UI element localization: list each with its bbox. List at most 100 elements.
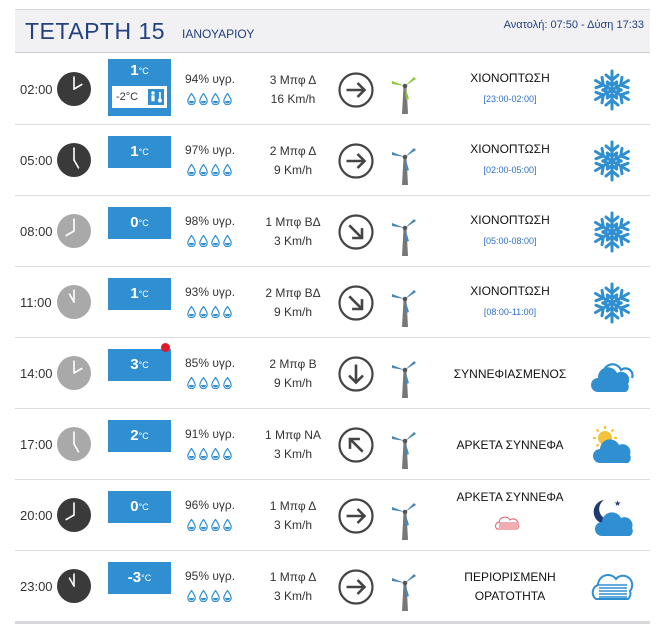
- hour-label: 05:00: [20, 153, 53, 168]
- sunrise-sunset: Ανατολή: 07:50 - Δύση 17:33: [503, 19, 644, 31]
- drop-icon: [223, 163, 232, 177]
- arrow-right-icon: [337, 497, 375, 535]
- drop-icon: [211, 163, 220, 177]
- temperature-value: 1: [130, 285, 139, 302]
- time-range-label: [05:00-08:00]: [483, 236, 537, 246]
- arrow-right-icon: [337, 71, 375, 109]
- hour-label: 08:00: [20, 224, 53, 239]
- time-range-label: [02:00-05:00]: [483, 165, 537, 175]
- time-range-label: [08:00-11:00]: [483, 307, 537, 317]
- temperature-box: 0°C: [108, 491, 171, 523]
- bottom-divider: [15, 621, 650, 624]
- drop-icon: [187, 589, 196, 603]
- wind-turbine-icon: [388, 562, 422, 612]
- drop-icon: [199, 447, 208, 461]
- fog-warning-icon: [495, 516, 521, 530]
- hour-label: 11:00: [20, 295, 52, 310]
- wind-speed: 3 Km/h: [273, 447, 312, 461]
- temperature-value: 0: [130, 214, 139, 231]
- wind-speed: 3 Km/h: [273, 234, 312, 248]
- drop-icon: [223, 589, 232, 603]
- drop-icon: [199, 234, 208, 248]
- temperature-value: 3: [130, 356, 139, 373]
- condition-label: ΧΙΟΝΟΠΤΩΣΗ: [470, 142, 550, 156]
- clock-icon: [56, 284, 92, 320]
- temperature-value: 0: [130, 498, 139, 515]
- drop-icon: [211, 376, 220, 390]
- wind-force: 2 Μπφ Β: [269, 357, 317, 371]
- sun-cloud-icon: [590, 423, 634, 467]
- temperature-box: 1°C -2°C: [108, 59, 171, 116]
- condition-label: ΧΙΟΝΟΠΤΩΣΗ: [470, 284, 550, 298]
- hour-label: 14:00: [20, 366, 53, 381]
- drop-icon: [187, 447, 196, 461]
- clock-icon: [56, 355, 92, 391]
- month-title: ΙΑΝΟΥΑΡΙΟΥ: [182, 27, 255, 41]
- wind-info: 2 Μπφ ΒΔ 9 Km/h: [255, 284, 331, 322]
- wind-force: 1 Μπφ Δ: [269, 570, 317, 584]
- forecast-row: 20:00 0°C 96% υγρ. 1 Μπφ Δ 3 Km/h ΑΡΚΕΤΑ ΣΥΝΝ…: [15, 480, 650, 551]
- temperature-value: 1: [130, 143, 139, 160]
- drop-icon: [211, 92, 220, 106]
- forecast-row: 17:00 2°C 91% υγρ. 1 Μπφ ΝΑ 3 Km/h ΑΡΚΕΤΑ ΣΥΝ…: [15, 409, 650, 480]
- snowflake-icon: [590, 139, 634, 183]
- drop-icon: [199, 305, 208, 319]
- wind-turbine-icon: [388, 349, 422, 399]
- drop-icon: [199, 92, 208, 106]
- temperature-value: 1: [130, 62, 139, 79]
- feels-like-box: -2°C: [112, 86, 167, 108]
- humidity-label: 85% υγρ.: [185, 356, 236, 370]
- cloud-icon: [590, 352, 634, 396]
- wind-force: 1 Μπφ ΒΔ: [265, 215, 321, 229]
- time-range-label: [23:00-02:00]: [483, 94, 537, 104]
- drop-icon: [223, 376, 232, 390]
- drop-icon: [211, 518, 220, 532]
- drop-icon: [223, 305, 232, 319]
- drop-icon: [187, 163, 196, 177]
- forecast-row: 05:00 1°C 97% υγρ. 2 Μπφ Δ 9 Km/h ΧΙΟΝΟΠΤΩΣΗ […: [15, 125, 650, 196]
- drop-icon: [223, 92, 232, 106]
- condition-label: ΑΡΚΕΤΑ ΣΥΝΝΕΦΑ: [456, 438, 564, 452]
- drop-icon: [199, 518, 208, 532]
- humidity-drops: [187, 376, 235, 394]
- humidity-drops: [187, 92, 235, 110]
- wind-speed: 9 Km/h: [273, 305, 312, 319]
- temperature-unit: °C: [141, 573, 152, 583]
- temperature-unit: °C: [138, 502, 149, 512]
- snowflake-icon: [590, 281, 634, 325]
- clock-icon: [56, 426, 92, 462]
- svg-text:★: ★: [614, 499, 621, 508]
- drop-icon: [187, 234, 196, 248]
- arrow-down-icon: [337, 355, 375, 393]
- clock-icon: [56, 568, 92, 604]
- drop-icon: [223, 447, 232, 461]
- humidity-drops: [187, 305, 235, 323]
- wind-info: 3 Μπφ Δ 16 Km/h: [255, 71, 331, 109]
- humidity-label: 95% υγρ.: [185, 569, 236, 583]
- feels-like-value: -2°C: [116, 91, 139, 103]
- humidity-drops: [187, 518, 235, 536]
- humidity-label: 91% υγρ.: [185, 427, 236, 441]
- drop-icon: [199, 163, 208, 177]
- wind-force: 3 Μπφ Δ: [269, 73, 317, 87]
- temperature-unit: °C: [138, 431, 149, 441]
- humidity-drops: [187, 447, 235, 465]
- humidity-drops: [187, 589, 235, 607]
- hour-label: 02:00: [20, 82, 53, 97]
- humidity-drops: [187, 163, 235, 181]
- drop-icon: [211, 305, 220, 319]
- forecast-row: 23:00 -3°C 95% υγρ. 1 Μπφ Δ 3 Km/h ΠΕΡΙΟΡΙΣΜΕ…: [15, 551, 650, 622]
- temperature-box: 0°C: [108, 207, 171, 239]
- wind-turbine-icon: [388, 207, 422, 257]
- temperature-unit: °C: [138, 218, 149, 228]
- wind-speed: 9 Km/h: [273, 376, 312, 390]
- wind-force: 1 Μπφ Δ: [269, 499, 317, 513]
- humidity-label: 96% υγρ.: [185, 498, 236, 512]
- drop-icon: [187, 305, 196, 319]
- drop-icon: [187, 518, 196, 532]
- wind-turbine-icon: [388, 420, 422, 470]
- arrow-up-left-icon: [337, 426, 375, 464]
- drop-icon: [211, 234, 220, 248]
- humidity-label: 97% υγρ.: [185, 143, 236, 157]
- forecast-row: 08:00 0°C 98% υγρ. 1 Μπφ ΒΔ 3 Km/h ΧΙΟΝΟΠΤΩΣΗ…: [15, 196, 650, 267]
